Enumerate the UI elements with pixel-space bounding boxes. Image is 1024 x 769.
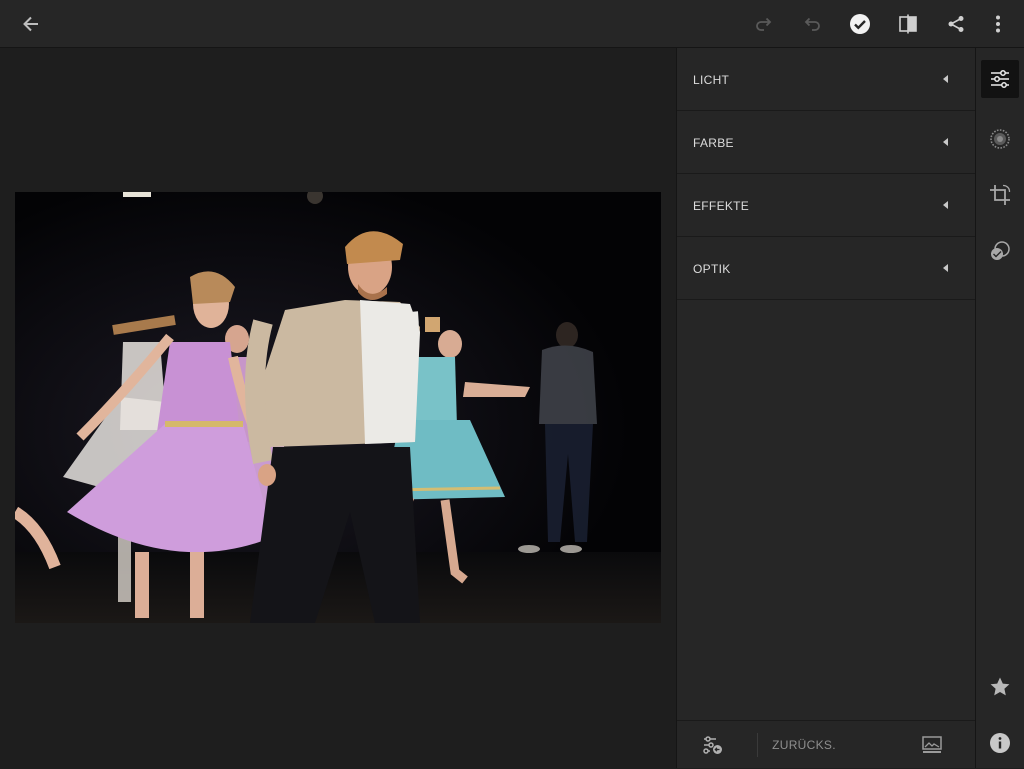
section-licht[interactable]: LICHT — [677, 48, 975, 111]
redo-button[interactable] — [744, 0, 784, 47]
photo-preview[interactable] — [15, 192, 661, 623]
more-vertical-icon — [996, 15, 1000, 32]
redo-icon — [756, 17, 772, 31]
sliders-reset-icon — [703, 736, 722, 754]
section-effekte[interactable]: EFFEKTE — [677, 174, 975, 237]
more-button[interactable] — [978, 0, 1018, 47]
section-farbe[interactable]: FARBE — [677, 111, 975, 174]
radial-gradient-icon — [990, 129, 1010, 149]
expand-arrow-icon — [943, 264, 948, 272]
top-toolbar — [0, 0, 1024, 48]
info-icon — [990, 733, 1010, 753]
checkmark-circle-icon — [850, 13, 870, 34]
healing-icon — [991, 241, 1010, 260]
radial-tool-button[interactable] — [981, 120, 1019, 158]
edit-tool-button[interactable] — [981, 60, 1019, 98]
stage-photo — [15, 192, 661, 623]
star-icon — [990, 677, 1010, 696]
photo-canvas — [0, 48, 676, 768]
info-button[interactable] — [981, 724, 1019, 762]
undo-button[interactable] — [792, 0, 832, 47]
back-button[interactable] — [11, 0, 51, 47]
section-optik[interactable]: OPTIK — [677, 237, 975, 300]
edit-sliders-icon — [991, 70, 1009, 88]
share-icon — [948, 15, 964, 32]
undo-icon — [804, 17, 820, 31]
expand-arrow-icon — [943, 201, 948, 209]
edit-panel: LICHT FARBE EFFEKTE OPTIK ZURÜCKS. — [676, 48, 975, 768]
healing-tool-button[interactable] — [981, 232, 1019, 270]
done-button[interactable] — [840, 0, 880, 47]
footer-divider — [757, 733, 758, 757]
panel-footer: ZURÜCKS. — [677, 720, 975, 769]
reset-button[interactable]: ZURÜCKS. — [769, 721, 839, 769]
section-label: LICHT — [693, 73, 730, 87]
reset-label: ZURÜCKS. — [772, 738, 836, 752]
image-compare-icon — [922, 736, 942, 753]
share-button[interactable] — [936, 0, 976, 47]
expand-arrow-icon — [943, 75, 948, 83]
section-label: OPTIK — [693, 262, 731, 276]
compare-button[interactable] — [888, 0, 928, 47]
rating-button[interactable] — [981, 668, 1019, 706]
expand-arrow-icon — [943, 138, 948, 146]
presets-button[interactable] — [697, 721, 727, 769]
before-after-icon — [899, 14, 917, 33]
section-label: EFFEKTE — [693, 199, 750, 213]
before-after-button[interactable] — [917, 721, 947, 769]
section-label: FARBE — [693, 136, 734, 150]
tool-rail — [975, 48, 1024, 768]
crop-tool-button[interactable] — [981, 176, 1019, 214]
crop-icon — [990, 184, 1011, 205]
arrow-left-icon — [23, 16, 38, 31]
